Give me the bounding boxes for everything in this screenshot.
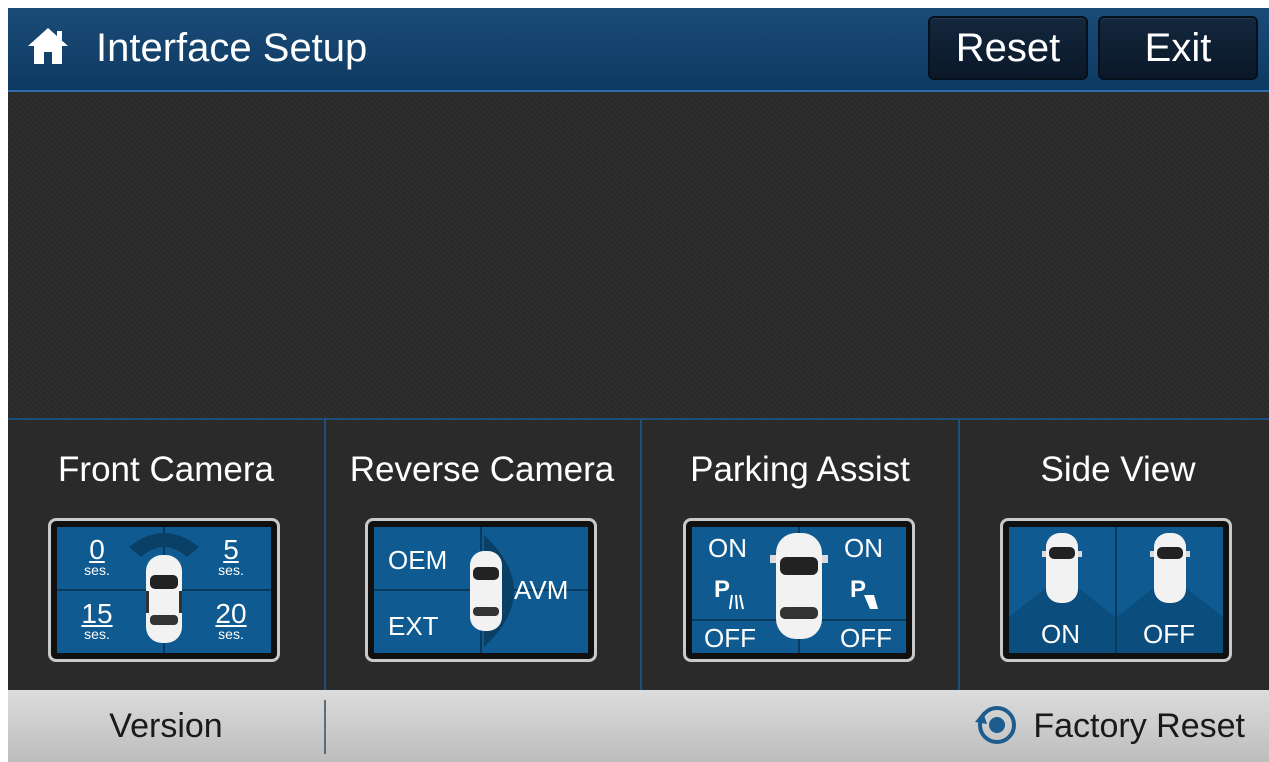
exit-button[interactable]: Exit — [1098, 16, 1258, 80]
factory-reset-label: Factory Reset — [1033, 707, 1245, 745]
version-button[interactable]: Version — [8, 690, 324, 762]
screen: Interface Setup Reset Exit Front Camera … — [8, 8, 1269, 762]
reverse-camera-label: Reverse Camera — [349, 450, 615, 489]
oem-label: OEM — [388, 545, 448, 575]
parking-perpendicular-icon: P — [850, 576, 878, 609]
reverse-camera-icon[interactable]: OEM EXT AVM — [365, 518, 597, 662]
unit-5: ses. — [218, 562, 244, 578]
front-camera-label: Front Camera — [58, 450, 274, 489]
car-icon — [470, 551, 502, 631]
unit-15: ses. — [84, 626, 110, 642]
parking-parallel-icon: P — [714, 576, 744, 610]
factory-reset-icon — [975, 706, 1017, 745]
car-icon — [1042, 533, 1082, 603]
car-icon — [1150, 533, 1190, 603]
parking-assist-icon[interactable]: ON ON OFF OFF P P — [683, 518, 915, 662]
off-left-label: OFF — [704, 623, 756, 653]
divider — [324, 700, 326, 754]
factory-reset-button[interactable]: Factory Reset — [973, 690, 1245, 762]
time-5: 5 — [223, 534, 239, 565]
on-right-label: ON — [844, 533, 883, 563]
home-icon[interactable] — [26, 26, 70, 66]
car-icon — [146, 555, 182, 643]
page-title: Interface Setup — [96, 26, 368, 70]
header-bar: Interface Setup Reset Exit — [8, 8, 1269, 92]
mode-selector: Front Camera 0 ses. 5 ses. 15 ses. 20 ses. — [8, 418, 1269, 692]
front-camera-mode[interactable]: Front Camera 0 ses. 5 ses. 15 ses. 20 ses. — [8, 420, 326, 692]
camera-preview-area — [8, 92, 1269, 418]
svg-text:P: P — [714, 576, 730, 603]
side-view-icon[interactable]: ON OFF — [1000, 518, 1232, 662]
side-view-label: Side View — [1040, 450, 1196, 489]
avm-label: AVM — [514, 575, 569, 605]
reset-button[interactable]: Reset — [928, 16, 1088, 80]
front-camera-icon[interactable]: 0 ses. 5 ses. 15 ses. 20 ses. — [48, 518, 280, 662]
time-15: 15 — [81, 598, 113, 629]
reverse-camera-mode[interactable]: Reverse Camera OEM EXT AVM — [324, 420, 642, 692]
time-20: 20 — [215, 598, 247, 629]
off-right-label: OFF — [840, 623, 892, 653]
car-icon — [770, 533, 828, 639]
ext-label: EXT — [388, 611, 439, 641]
unit-20: ses. — [218, 626, 244, 642]
parking-assist-label: Parking Assist — [690, 450, 910, 489]
side-view-off-label: OFF — [1143, 619, 1195, 649]
on-left-label: ON — [708, 533, 747, 563]
parking-assist-mode[interactable]: Parking Assist ON ON OFF OFF P P — [642, 420, 960, 692]
unit-0: ses. — [84, 562, 110, 578]
bottom-bar: Version Factory Reset — [8, 690, 1269, 762]
svg-text:P: P — [850, 576, 866, 603]
side-view-on-label: ON — [1041, 619, 1080, 649]
time-0: 0 — [89, 534, 105, 565]
side-view-mode[interactable]: Side View ON OFF — [960, 420, 1269, 692]
